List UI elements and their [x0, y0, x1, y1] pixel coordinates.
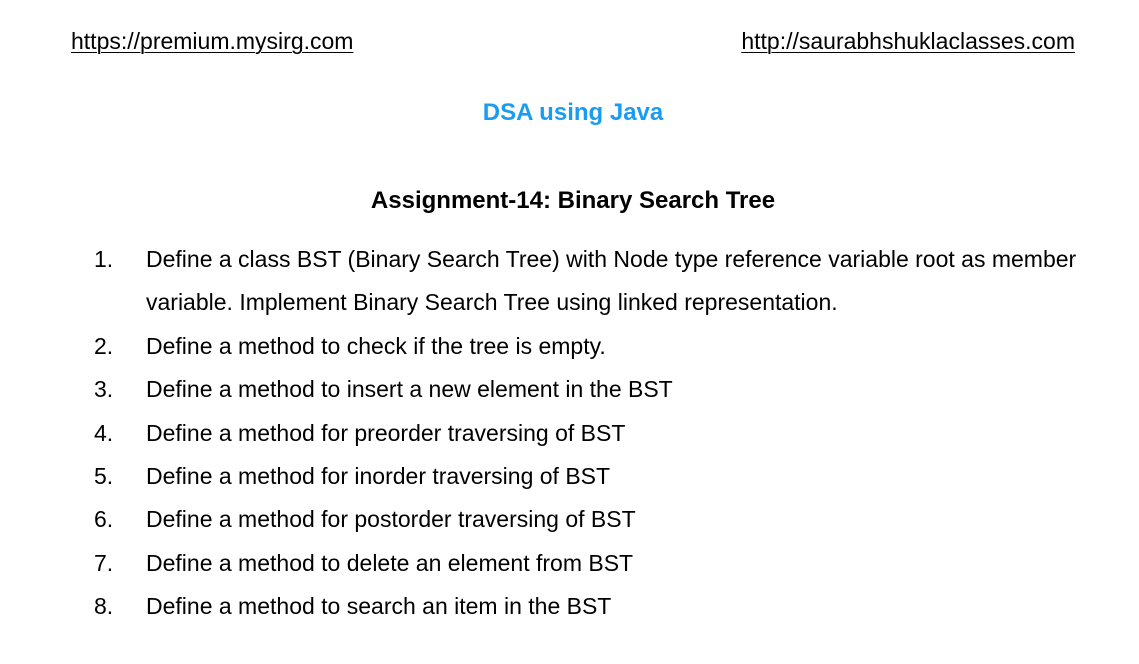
list-item-text: Define a method to insert a new element …: [146, 376, 673, 403]
list-item-number: 8.: [94, 593, 114, 620]
list-item-text: Define a method to delete an element fro…: [146, 549, 634, 576]
list-item-text: Define a method for postorder traversing…: [146, 506, 636, 533]
list-item: 6. Define a method for postorder travers…: [0, 498, 1139, 541]
list-item: 5. Define a method for inorder traversin…: [0, 455, 1139, 498]
list-item-text: Define a method for preorder traversing …: [146, 419, 626, 446]
list-item-text: Define a method to search an item in the…: [146, 593, 612, 620]
list-item-number: 5.: [94, 463, 114, 490]
list-item: 4. Define a method for preorder traversi…: [0, 412, 1139, 455]
list-item-number: 7.: [94, 549, 114, 576]
list-item: 3. Define a method to insert a new eleme…: [0, 368, 1139, 411]
course-title: DSA using Java: [482, 99, 664, 126]
list-item-number: 3.: [94, 376, 114, 403]
list-item: 2. Define a method to check if the tree …: [0, 325, 1139, 368]
list-item-number: 2.: [94, 332, 114, 359]
list-item: 8. Define a method to search an item in …: [0, 585, 1139, 628]
list-item-number: 6.: [94, 506, 114, 533]
list-item-number: 4.: [94, 419, 114, 446]
list-item-number: 1.: [94, 246, 114, 272]
classes-site-link[interactable]: http://saurabhshuklaclasses.com: [741, 28, 1075, 55]
assignment-title: Assignment-14: Binary Search Tree: [370, 187, 776, 214]
document-page: https://premium.mysirg.com http://saurab…: [0, 0, 1139, 664]
premium-site-link[interactable]: https://premium.mysirg.com: [71, 28, 353, 55]
list-item: 7. Define a method to delete an element …: [0, 542, 1139, 585]
list-item-text: Define a method for inorder traversing o…: [146, 463, 611, 490]
list-item: 1. Define a class BST (Binary Search Tre…: [0, 238, 1139, 325]
list-item-text: Define a class BST (Binary Search Tree) …: [146, 246, 1077, 316]
task-list: 1. Define a class BST (Binary Search Tre…: [0, 238, 1139, 629]
list-item-text: Define a method to check if the tree is …: [146, 332, 606, 359]
